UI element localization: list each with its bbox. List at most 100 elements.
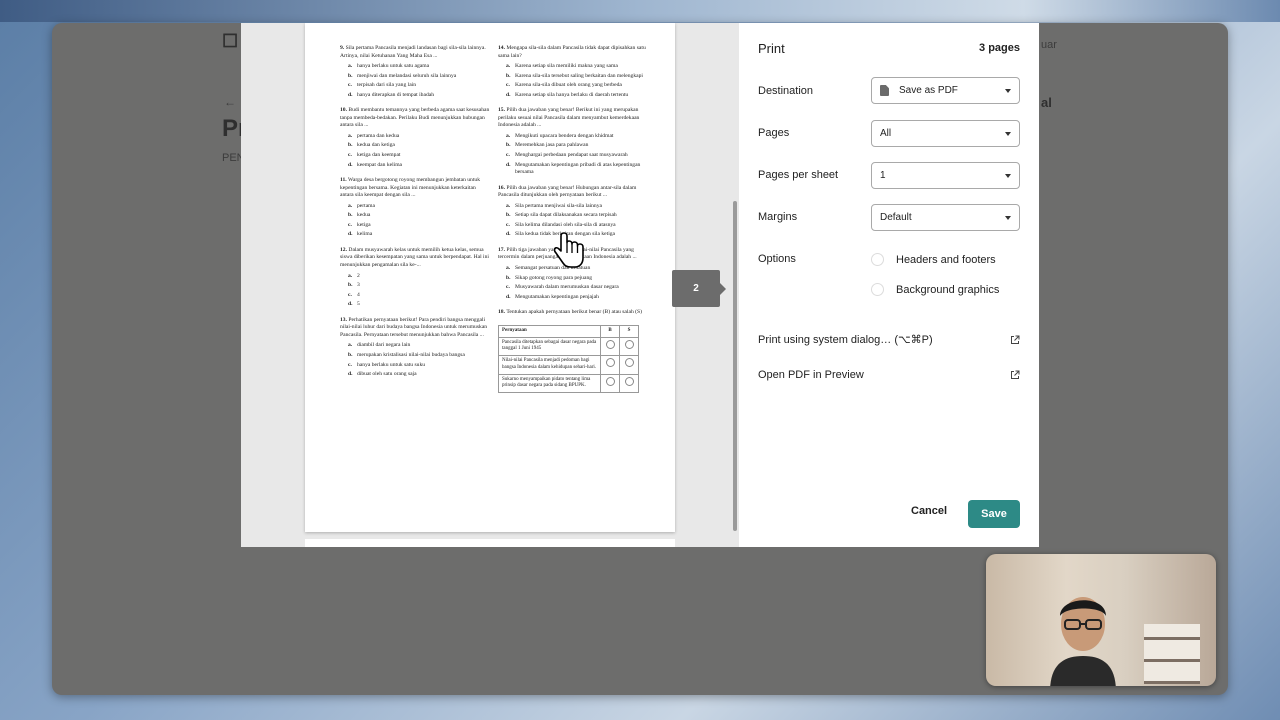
option-letter: d. [348, 161, 353, 168]
bg-app-icon: ☐ [222, 31, 239, 51]
pages-select[interactable]: All [871, 120, 1020, 147]
option-text: 4 [357, 291, 360, 298]
destination-label: Destination [758, 85, 814, 97]
option-text: hanya berlaku untuk satu suku [357, 361, 426, 368]
preview-scrollbar[interactable] [733, 201, 737, 531]
headers-footers-checkbox[interactable] [871, 253, 884, 266]
print-preview[interactable]: 9. Sila pertama Pancasila menjadi landas… [241, 23, 739, 547]
question-number: 17. [498, 246, 505, 253]
chevron-down-icon [1005, 89, 1011, 93]
radio-circle-icon [605, 358, 615, 368]
option-text: ketiga [357, 221, 371, 228]
answer-option: c. hanya berlaku untuk satu suku [340, 362, 490, 370]
desktop-background [0, 0, 1280, 22]
pages-per-sheet-label: Pages per sheet [758, 169, 839, 181]
option-text: pertama dan kedua [357, 132, 400, 139]
option-text: kelima [357, 231, 373, 238]
external-link-icon [1011, 335, 1020, 344]
question-body: Pilih dua jawaban yang benar! Berikut in… [498, 107, 640, 129]
question-text: 13. Perhatikan pernyataan berikut! Para … [340, 317, 490, 340]
option-letter: b. [348, 282, 353, 289]
answer-option: a. Sila pertama menjiwai sila-sila lainny… [498, 203, 648, 211]
answer-option: d. hanya diterapkan di tempat ibadah [340, 92, 490, 100]
question-item: 18. Tentukan apakah pernyataan berikut b… [498, 309, 648, 317]
headers-footers-option[interactable]: Headers and footers [871, 253, 996, 266]
destination-select[interactable]: Save as PDF [871, 77, 1020, 104]
radio-circle-icon [624, 376, 634, 386]
option-letter: a. [506, 202, 511, 209]
save-button[interactable]: Save [968, 500, 1020, 528]
option-letter: a. [348, 202, 353, 209]
radio-circle-icon [605, 376, 615, 386]
answer-option: a. diambil dari negara lain [340, 342, 490, 350]
answer-option: b. kedua dan ketiga [340, 142, 490, 150]
pdf-document-icon [880, 85, 889, 96]
pages-per-sheet-value: 1 [880, 170, 886, 181]
headers-footers-label: Headers and footers [896, 253, 996, 266]
option-text: dibuat oleh satu orang saja [357, 371, 417, 378]
answer-option: b. Karena sila-sila tersebut saling berka… [498, 73, 648, 81]
option-text: Sila kelima dilandasi oleh sila-sila di … [515, 221, 616, 228]
pages-per-sheet-select[interactable]: 1 [871, 162, 1020, 189]
table-header-row: Pernyataan B S [498, 324, 639, 338]
option-text: merupakan kristalisasi nilai-nilai buday… [357, 351, 465, 358]
pages-label: Pages [758, 127, 790, 139]
answer-option: d. Mengutamakan kepentingan pribadi di at… [498, 162, 648, 177]
cancel-button[interactable]: Cancel [911, 505, 947, 517]
option-letter: d. [506, 231, 511, 238]
option-letter: d. [348, 231, 353, 238]
answer-option: c. Menghargai perbedaan pendapat saat mus… [498, 152, 648, 160]
option-text: kedua [357, 212, 371, 219]
radio-circle-icon [624, 358, 634, 368]
background-graphics-checkbox[interactable] [871, 283, 884, 296]
option-text: Menghargai perbedaan pendapat saat musya… [515, 152, 628, 159]
background-graphics-label: Background graphics [896, 283, 1000, 296]
open-preview-link[interactable]: Open PDF in Preview [758, 369, 1020, 381]
answer-circle-cell [619, 373, 639, 394]
option-text: Karena sila-sila tersebut saling berkait… [515, 72, 643, 79]
answer-option: c. Sila kelima dilandasi oleh sila-sila d… [498, 222, 648, 230]
preview-right-column: 14. Mengapa sila-sila dalam Pancasila ti… [498, 45, 648, 394]
preview-next-page [305, 539, 675, 547]
question-item: 15. Pilih dua jawaban yang benar! Beriku… [498, 107, 648, 176]
answer-option: b. Sikap gotong royong para pejuang [498, 275, 648, 283]
option-text: 2 [357, 272, 360, 279]
option-text: menjiwai dan melandasi seluruh sila lain… [357, 72, 457, 79]
system-dialog-label: Print using system dialog… (⌥⌘P) [758, 334, 933, 346]
answer-option: b. Meremehkan jasa para pahlawan [498, 142, 648, 150]
option-letter: c. [506, 284, 510, 291]
chevron-down-icon [1005, 132, 1011, 136]
question-text: 16. Pilih dua jawaban yang benar! Hubung… [498, 185, 648, 200]
system-dialog-link[interactable]: Print using system dialog… (⌥⌘P) [758, 333, 1020, 346]
option-letter: c. [348, 82, 352, 89]
question-item: 13. Perhatikan pernyataan berikut! Para … [340, 317, 490, 379]
answer-option: b. merupakan kristalisasi nilai-nilai bud… [340, 352, 490, 360]
answer-option: c. Musyawarah dalam merumuskan dasar nega… [498, 284, 648, 292]
question-body: Sila pertama Pancasila menjadi landasan … [340, 45, 486, 59]
statement-cell: Nilai-nilai Pancasila menjadi pedoman ba… [498, 355, 601, 375]
answer-option: c. 4 [340, 292, 490, 300]
pages-value: All [880, 128, 892, 139]
answer-option: d. keempat dan kelima [340, 162, 490, 170]
option-letter: d. [506, 161, 511, 168]
question-number: 16. [498, 184, 505, 191]
option-text: Meremehkan jasa para pahlawan [515, 142, 589, 149]
chevron-down-icon [1005, 174, 1011, 178]
answer-option: a. pertama dan kedua [340, 133, 490, 141]
margins-select[interactable]: Default [871, 204, 1020, 231]
option-letter: a. [348, 272, 353, 279]
question-text: 11. Warga desa bergotong royong membangu… [340, 177, 490, 200]
answer-option: b. 3 [340, 282, 490, 290]
question-number: 13. [340, 316, 347, 323]
question-text: 9. Sila pertama Pancasila menjadi landas… [340, 45, 490, 60]
background-graphics-option[interactable]: Background graphics [871, 283, 999, 296]
print-title: Print [758, 41, 785, 56]
destination-value: Save as PDF [899, 85, 958, 96]
question-body: Warga desa bergotong royong membangun je… [340, 177, 481, 199]
option-text: pertama [357, 202, 376, 209]
option-letter: c. [348, 291, 352, 298]
answer-option: d. dibuat oleh satu orang saja [340, 371, 490, 379]
options-label: Options [758, 253, 796, 265]
option-letter: a. [348, 342, 353, 349]
page-number-indicator: 2 [672, 270, 726, 307]
